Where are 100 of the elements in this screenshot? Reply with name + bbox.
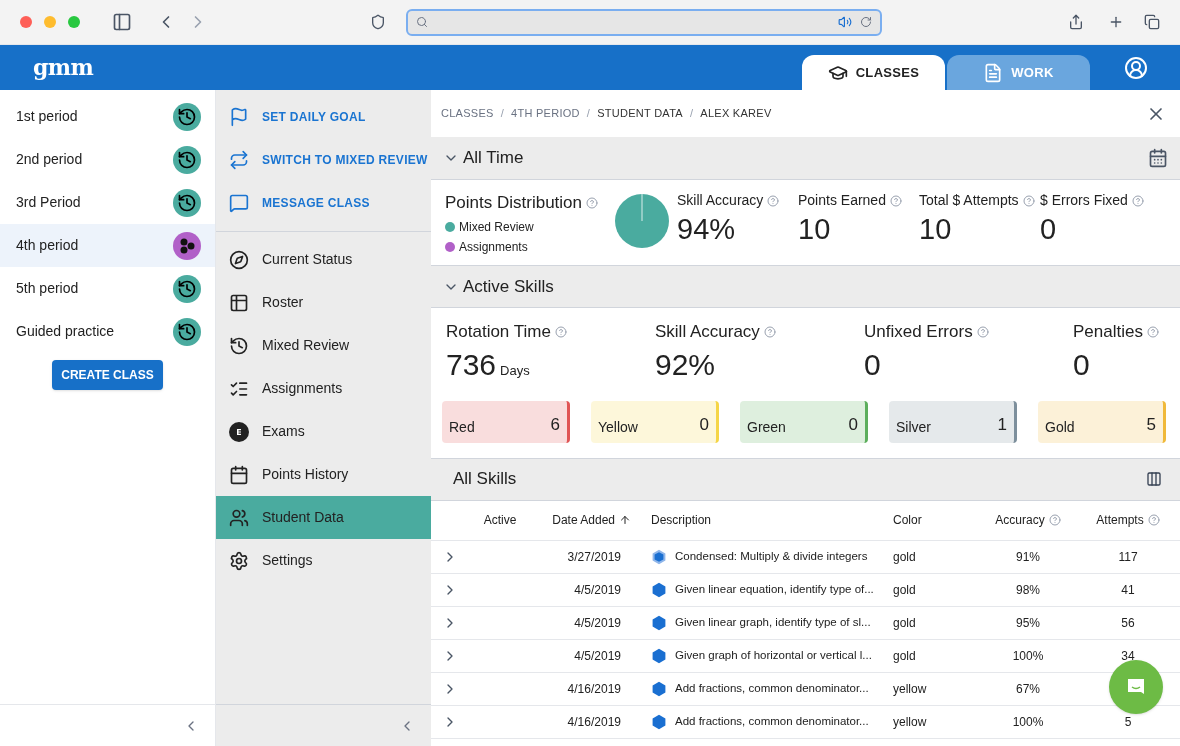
table-cell: 56 <box>1121 615 1135 630</box>
table-cell: 5 <box>1124 714 1132 729</box>
class-item[interactable]: 1st period <box>0 95 215 138</box>
table-row[interactable]: 3/27/2019 Condensed: Multiply & divide integers gold 91% 117 <box>431 540 1180 574</box>
legend-label: Assignments <box>459 238 528 256</box>
settings-icon <box>229 550 249 571</box>
table-cell-text: 4/16/2019 <box>566 680 622 698</box>
table-cell-text: 4/5/2019 <box>573 581 622 599</box>
flag-icon <box>229 106 249 127</box>
class-item[interactable]: Guided practice <box>0 310 215 353</box>
stat-value: 0 <box>1073 346 1090 383</box>
columns-icon[interactable] <box>1146 471 1162 487</box>
nav-item[interactable]: Mixed Review <box>216 324 431 367</box>
class-name: 3rd Period <box>16 193 81 212</box>
stat-value: 10 <box>919 212 953 247</box>
tabs-icon[interactable] <box>1144 14 1160 30</box>
stat-label: Points Distribution <box>445 192 582 214</box>
table-cell-text: Add fractions, common denominator... <box>675 713 869 729</box>
column-header[interactable]: Attempts <box>1096 511 1144 529</box>
sort-arrow-icon <box>619 514 631 526</box>
class-action-button[interactable]: SWITCH TO MIXED REVIEW <box>216 138 431 181</box>
nav-item[interactable]: Points History <box>216 453 431 496</box>
nav-item[interactable]: Exams <box>216 410 431 453</box>
history-icon[interactable] <box>173 102 201 131</box>
table-cell-text: Given linear equation, identify type of... <box>675 581 874 597</box>
compass-icon <box>229 249 249 270</box>
legend-label: Mixed Review <box>459 218 534 236</box>
shield-icon[interactable] <box>370 14 386 30</box>
class-name: 1st period <box>16 107 78 126</box>
breadcrumb-link[interactable]: ALEX KAREV <box>700 105 772 122</box>
breadcrumb-link[interactable]: CLASSES <box>441 105 494 122</box>
counter-value: 6 <box>550 414 560 436</box>
column-header[interactable]: Color <box>893 511 978 529</box>
nav-item[interactable]: Settings <box>216 539 431 582</box>
stat-value: 0 <box>864 346 881 383</box>
table-cell-text: 100% <box>1011 713 1045 731</box>
header-tab[interactable]: CLASSES <box>802 55 945 90</box>
reload-icon[interactable] <box>860 16 872 28</box>
breadcrumb-link[interactable]: 4TH PERIOD <box>511 105 580 122</box>
class-action-button[interactable]: SET DAILY GOAL <box>216 95 431 138</box>
nav-item[interactable]: Student Data <box>216 496 431 539</box>
pie-chart <box>615 194 669 248</box>
table-cell-text: Condensed: Multiply & divide integers <box>675 548 868 564</box>
table-row[interactable]: 4/5/2019 Given linear equation, identify type of... gold 98% 41 <box>431 573 1180 607</box>
sidebar-icon[interactable] <box>112 12 132 32</box>
history-icon[interactable] <box>173 317 201 346</box>
close-window-icon[interactable] <box>20 16 32 28</box>
counter-label: Yellow <box>598 417 638 437</box>
calendar-icon <box>229 464 249 485</box>
section-title: All Time <box>463 147 524 170</box>
class-action-button[interactable]: MESSAGE CLASS <box>216 181 431 224</box>
history-icon[interactable] <box>173 188 201 217</box>
new-tab-icon[interactable] <box>1108 14 1124 30</box>
stat-value: 736 <box>446 346 497 383</box>
stat-label: Penalties <box>1073 321 1143 343</box>
create-class-button[interactable]: CREATE CLASS <box>52 360 163 390</box>
breadcrumb-link[interactable]: STUDENT DATA <box>597 105 683 122</box>
counter-value: 0 <box>848 414 858 436</box>
share-icon[interactable] <box>1068 14 1084 30</box>
history-icon <box>229 335 249 356</box>
hexagon-icon <box>651 614 667 631</box>
class-item[interactable]: 3rd Period <box>0 181 215 224</box>
calendar-icon[interactable] <box>1148 148 1168 168</box>
table-cell-text: gold <box>893 647 917 665</box>
table-cell-text: 3/27/2019 <box>566 548 622 566</box>
table-row[interactable]: 4/5/2019 Given linear graph, identify type of sl... gold 95% 56 <box>431 606 1180 640</box>
table-cell-text: Add fractions, common denominator... <box>675 680 869 696</box>
table-cell-text: 4/5/2019 <box>573 647 622 665</box>
column-header[interactable]: Description <box>631 511 893 529</box>
table-cell-text: 4/5/2019 <box>573 614 622 632</box>
class-item[interactable]: 2nd period <box>0 138 215 181</box>
address-field[interactable] <box>406 8 882 36</box>
table-cell: 34 <box>1121 648 1135 663</box>
history-icon[interactable] <box>173 274 201 303</box>
nav-item[interactable]: Assignments <box>216 367 431 410</box>
counter-label: Silver <box>896 417 931 437</box>
column-header[interactable]: Active <box>469 511 531 529</box>
speaker-icon[interactable] <box>838 15 852 29</box>
table-cell-text: 67% <box>1015 680 1041 698</box>
table-cell-text: yellow <box>893 680 928 698</box>
nav-item[interactable]: Current Status <box>216 238 431 281</box>
account-icon[interactable] <box>1124 55 1148 80</box>
section-title: Active Skills <box>463 275 554 298</box>
class-name: 5th period <box>16 279 79 298</box>
logo[interactable]: gmm <box>33 51 94 84</box>
grid-icon <box>229 292 249 313</box>
stat-label: $ Errors Fixed <box>1040 191 1128 210</box>
stat-label: Unfixed Errors <box>864 321 973 343</box>
column-header[interactable]: Accuracy <box>995 511 1045 529</box>
section-header[interactable]: All Time <box>431 137 1180 180</box>
history-icon[interactable] <box>173 145 201 174</box>
stat-label: Total $ Attempts <box>919 191 1019 210</box>
table-cell-text: 91% <box>1015 548 1041 566</box>
class-item[interactable]: 4th period <box>0 224 215 267</box>
class-item[interactable]: 5th period <box>0 267 215 310</box>
column-header[interactable]: Date Added <box>531 511 631 529</box>
group-icon[interactable] <box>173 231 201 260</box>
nav-item[interactable]: Roster <box>216 281 431 324</box>
search-icon <box>416 16 428 28</box>
section-header[interactable]: Active Skills <box>431 265 1180 308</box>
